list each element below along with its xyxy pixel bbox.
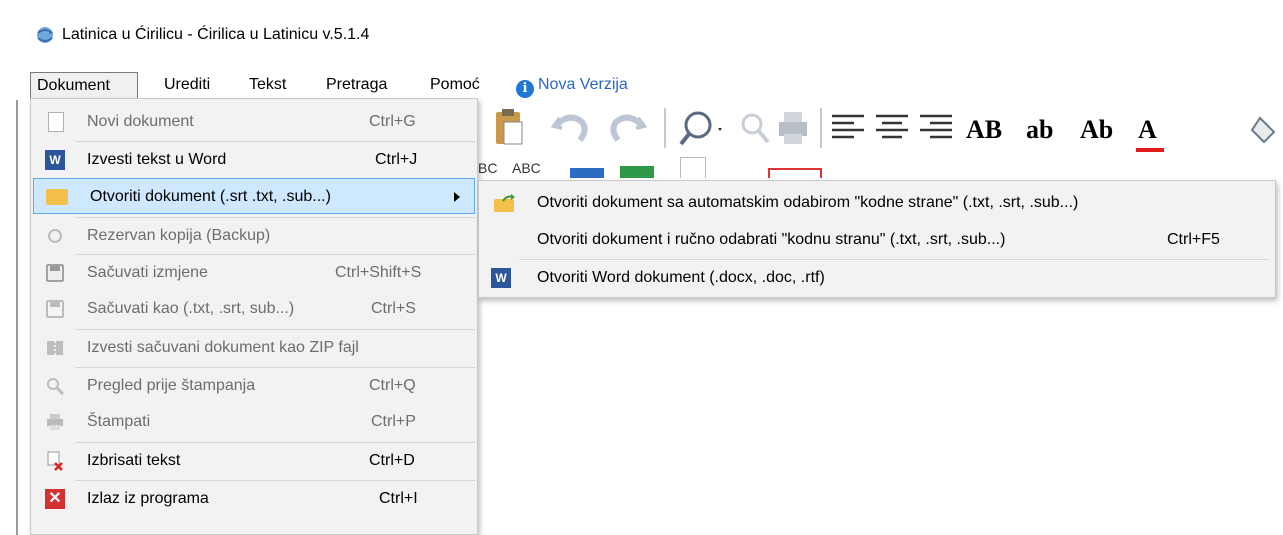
submenu-item-label: Otvoriti dokument sa automatskim odabiro… xyxy=(537,194,1079,211)
menu-item-shortcut: Ctrl+P xyxy=(371,413,416,430)
undo-icon[interactable] xyxy=(550,108,590,146)
menu-item-shortcut: Ctrl+Q xyxy=(369,377,416,394)
paste-icon[interactable] xyxy=(492,106,526,148)
red-tool-icon[interactable] xyxy=(768,168,822,178)
menu-item-shortcut: Ctrl+J xyxy=(375,151,418,168)
otvoriti-submenu: Otvoriti dokument sa automatskim odabiro… xyxy=(478,180,1276,298)
nova-verzija-label: Nova Verzija xyxy=(538,76,628,93)
submenu-arrow-icon xyxy=(454,192,460,202)
menu-urediti[interactable]: Urediti xyxy=(158,73,216,97)
menu-item-label: Štampati xyxy=(87,413,151,430)
menu-item-label: Pregled prije štampanja xyxy=(87,377,256,394)
folder-open-icon xyxy=(46,189,68,205)
zip-icon xyxy=(47,341,63,355)
menu-item-label: Izvesti sačuvani dokument kao ZIP fajl xyxy=(87,339,359,356)
page-tool-icon[interactable] xyxy=(680,157,706,178)
menu-item-pregled[interactable]: Pregled prije štampanja Ctrl+Q xyxy=(31,368,477,404)
menu-item-novi-dokument[interactable]: Novi dokument Ctrl+G xyxy=(31,104,477,140)
menu-item-shortcut: Ctrl+G xyxy=(369,113,416,130)
submenu-item-rucno[interactable]: Otvoriti dokument i ručno odabrati "kodn… xyxy=(479,222,1275,258)
menu-dokument[interactable]: Dokument xyxy=(30,72,138,98)
redo-icon[interactable] xyxy=(608,108,648,146)
align-left-icon[interactable] xyxy=(830,112,866,144)
dokument-dropdown: Novi dokument Ctrl+G W Izvesti tekst u W… xyxy=(30,98,478,535)
menu-item-label: Izbrisati tekst xyxy=(87,452,181,469)
menu-pomoc[interactable]: Pomoć xyxy=(424,73,486,97)
blue-tool-icon[interactable] xyxy=(570,168,604,178)
menu-item-sacuvati-izmjene[interactable]: Sačuvati izmjene Ctrl+Shift+S xyxy=(31,255,477,291)
spellcheck-label-1[interactable]: BC xyxy=(478,157,497,179)
toolbar-separator xyxy=(664,108,666,148)
menu-tekst[interactable]: Tekst xyxy=(243,73,292,97)
submenu-item-word[interactable]: W Otvoriti Word dokument (.docx, .doc, .… xyxy=(479,260,1275,296)
spellcheck-label-2[interactable]: ABC xyxy=(512,157,541,179)
font-color-bar xyxy=(1136,148,1164,152)
menu-pretraga[interactable]: Pretraga xyxy=(320,73,393,97)
menu-item-izvesti-word[interactable]: W Izvesti tekst u Word Ctrl+J xyxy=(31,142,477,178)
menu-item-izvesti-zip[interactable]: Izvesti sačuvani dokument kao ZIP fajl xyxy=(31,330,477,366)
globe-arrows-icon xyxy=(37,27,53,43)
menu-item-label: Rezervan kopija (Backup) xyxy=(87,227,271,244)
print-preview-icon xyxy=(47,378,65,396)
align-right-icon[interactable] xyxy=(918,112,954,144)
menu-item-label: Izlaz iz programa xyxy=(87,490,209,507)
toolbar-separator xyxy=(820,108,822,148)
menu-item-label: Otvoriti dokument (.srt .txt, .sub...) xyxy=(90,188,331,205)
save-as-icon xyxy=(46,300,64,318)
menu-item-sacuvati-kao[interactable]: Sačuvati kao (.txt, .srt, sub...) Ctrl+S xyxy=(31,291,477,327)
align-center-icon[interactable] xyxy=(874,112,910,144)
new-document-icon xyxy=(48,112,64,132)
word-icon: W xyxy=(491,268,511,288)
menu-item-label: Izvesti tekst u Word xyxy=(87,151,227,168)
submenu-item-automatski[interactable]: Otvoriti dokument sa automatskim odabiro… xyxy=(479,185,1275,221)
submenu-item-label: Otvoriti dokument i ručno odabrati "kodn… xyxy=(537,231,1006,248)
menu-item-label: Sačuvati kao (.txt, .srt, sub...) xyxy=(87,300,295,317)
capitalize-button[interactable]: Ab xyxy=(1080,110,1113,150)
window-title: Latinica u Ćirilicu - Ćirilica u Latinic… xyxy=(62,26,370,43)
nova-verzija-link[interactable]: i Nova Verzija xyxy=(516,73,628,98)
menu-item-izbrisati-tekst[interactable]: Izbrisati tekst Ctrl+D xyxy=(31,443,477,479)
find-replace-icon[interactable] xyxy=(738,110,772,146)
submenu-item-shortcut: Ctrl+F5 xyxy=(1167,231,1220,248)
menu-item-stampati[interactable]: Štampati Ctrl+P xyxy=(31,404,477,440)
editor-left-border xyxy=(16,100,18,535)
menu-item-izlaz[interactable]: ✕ Izlaz iz programa Ctrl+I xyxy=(31,481,477,517)
menu-item-label: Sačuvati izmjene xyxy=(87,264,208,281)
green-tool-icon[interactable] xyxy=(620,166,654,178)
search-icon[interactable] xyxy=(678,108,728,148)
menu-item-shortcut: Ctrl+Shift+S xyxy=(335,264,422,281)
lowercase-button[interactable]: ab xyxy=(1026,110,1053,150)
submenu-item-label: Otvoriti Word dokument (.docx, .doc, .rt… xyxy=(537,269,825,286)
menu-item-otvoriti-dokument[interactable]: Otvoriti dokument (.srt .txt, .sub...) xyxy=(33,178,475,214)
print-icon[interactable] xyxy=(776,110,810,146)
menu-item-shortcut: Ctrl+D xyxy=(369,452,415,469)
exit-icon: ✕ xyxy=(45,489,65,509)
word-icon: W xyxy=(45,150,65,170)
menu-item-shortcut: Ctrl+I xyxy=(379,490,418,507)
backup-icon xyxy=(48,229,62,243)
delete-text-icon xyxy=(47,451,63,471)
uppercase-button[interactable]: AB xyxy=(966,110,1002,150)
menu-item-shortcut: Ctrl+S xyxy=(371,300,416,317)
printer-icon xyxy=(47,414,63,430)
fill-color-icon[interactable] xyxy=(1250,112,1283,148)
folder-arrow-icon xyxy=(494,194,515,212)
menu-item-rezervan-kopija[interactable]: Rezervan kopija (Backup) xyxy=(31,218,477,254)
info-icon: i xyxy=(516,80,534,98)
font-color-button[interactable]: A xyxy=(1138,110,1157,150)
menu-item-label: Novi dokument xyxy=(87,113,194,130)
save-icon xyxy=(46,264,64,282)
